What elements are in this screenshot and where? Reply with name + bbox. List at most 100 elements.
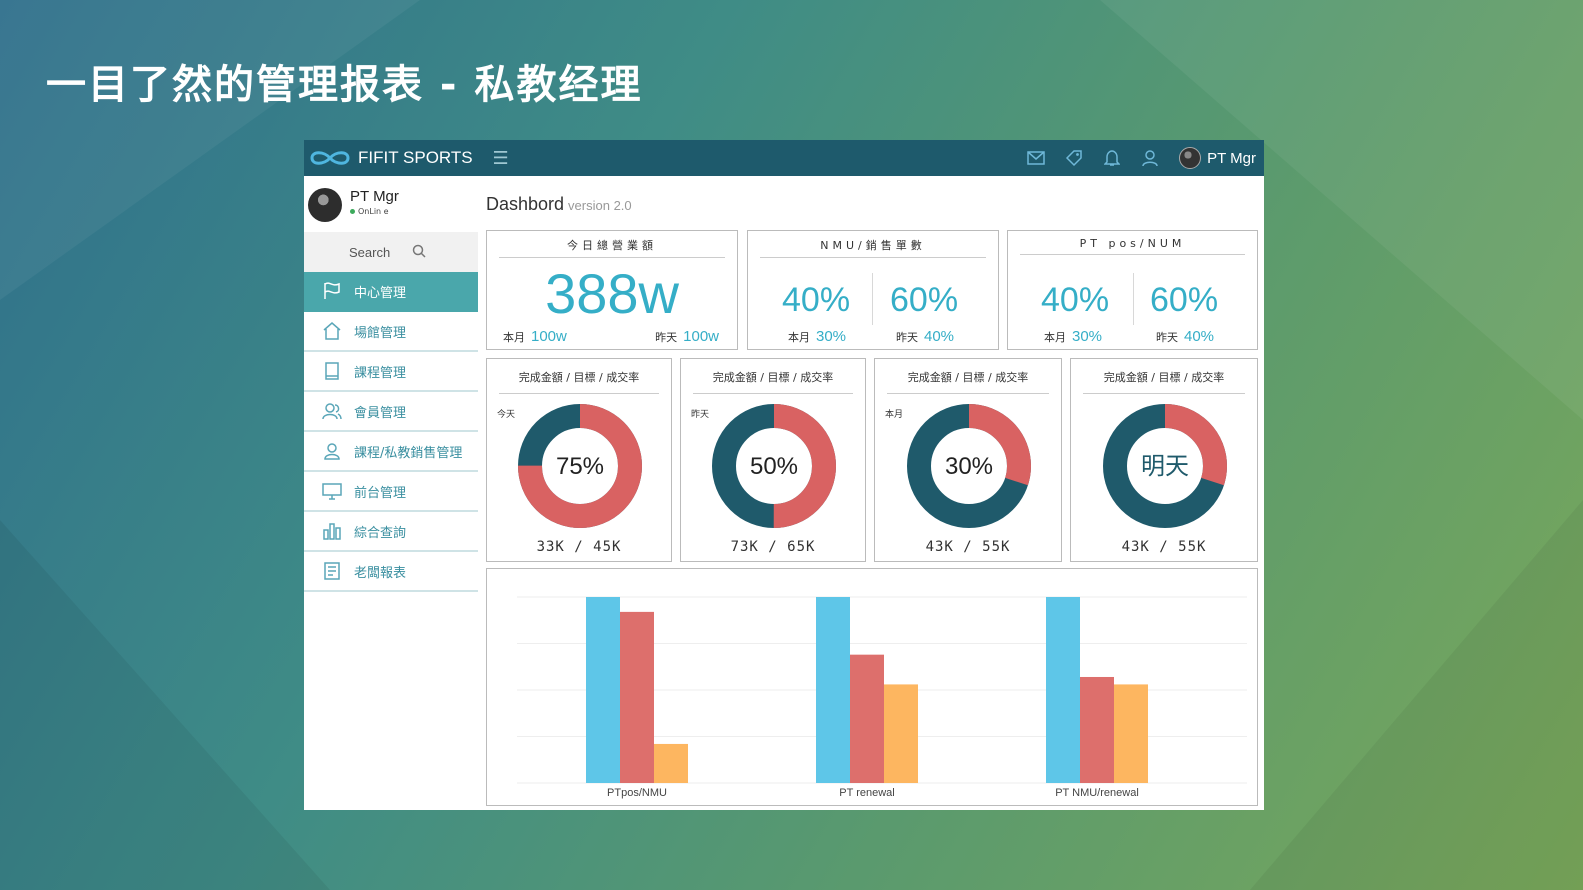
kpi-right-label: 昨天	[1156, 331, 1178, 344]
bar-chart-icon	[322, 521, 342, 541]
donut-title: 完成金額 / 目標 / 成交率	[693, 369, 853, 394]
donut-footer: 43K / 55K	[925, 539, 1011, 555]
search-icon[interactable]	[412, 243, 426, 262]
sidebar-item-2[interactable]: 課程管理	[304, 352, 478, 392]
flag-icon	[322, 281, 342, 301]
main-content: Dashbord version 2.0 今日總營業額 388w 本月 100w 昨…	[486, 176, 1258, 810]
kpi-card-revenue: 今日總營業額 388w 本月 100w 昨天 100w	[486, 230, 738, 350]
donut-footer: 43K / 55K	[1121, 539, 1207, 555]
online-dot-icon	[350, 209, 355, 214]
kpi-right-label: 昨天	[655, 331, 678, 344]
kpi-left-value: 30%	[816, 328, 847, 345]
tag-icon[interactable]	[1065, 149, 1083, 167]
sidebar-item-label: 中心管理	[354, 285, 407, 301]
bar-0-2	[654, 743, 688, 783]
x-tick-label: PTpos/NMU	[607, 787, 667, 799]
kpi-card-pt: PT pos/NUM 40% 60% 本月 30% 昨天 40%	[1007, 230, 1258, 350]
sidebar-item-label: 前台管理	[354, 485, 407, 501]
kpi-value: 388w	[545, 262, 679, 325]
sidebar-item-label: 課程管理	[354, 365, 407, 381]
sidebar-item-1[interactable]: 場館管理	[304, 312, 478, 352]
book-icon	[322, 361, 342, 381]
sidebar-menu: 中心管理場館管理課程管理會員管理課程/私教銷售管理 前台管理綜合查詢老闆報表	[304, 272, 478, 592]
sidebar-item-label: 課程/私教銷售管理	[354, 445, 463, 461]
sidebar: PT Mgr OnLin e Search 中心管理場館管理課程管理會員管理課程…	[304, 176, 478, 810]
kpi-left-label: 本月	[503, 331, 525, 344]
hamburger-menu-icon[interactable]: ☰	[491, 148, 511, 169]
kpi-right-value: 40%	[924, 328, 955, 345]
bar-chart: PTpos/NMU PT renewal PT NMU/renewal	[517, 596, 1247, 799]
bar-2-1	[1080, 676, 1114, 783]
sidebar-item-0[interactable]: 中心管理	[304, 272, 478, 312]
kpi-right-stat: 昨天 100w	[655, 328, 719, 345]
user-profile: PT Mgr OnLin e	[304, 176, 478, 232]
bar-chart-card: PTpos/NMU PT renewal PT NMU/renewal	[486, 568, 1258, 806]
sidebar-item-7[interactable]: 老闆報表	[304, 552, 478, 592]
bar-0-1	[620, 611, 654, 783]
donut-footer: 73K / 65K	[730, 539, 816, 555]
avatar	[308, 188, 342, 222]
users-icon	[322, 401, 342, 421]
kpi-divider	[872, 273, 873, 325]
x-tick-label: PT NMU/renewal	[1055, 787, 1139, 799]
kpi-right-value: 100w	[683, 328, 719, 345]
donut-title: 完成金額 / 目標 / 成交率	[1083, 369, 1245, 394]
mail-icon[interactable]	[1027, 149, 1045, 167]
kpi-value-a: 40%	[782, 281, 851, 319]
bar-0-0	[586, 597, 620, 783]
donut-chart: 明天	[1103, 404, 1227, 528]
brand-name[interactable]: FIFIT SPORTS	[358, 148, 473, 168]
dashboard-title: Dashbord	[486, 194, 565, 214]
donut-card: 完成金額 / 目標 / 成交率 明天 43K / 55K	[1070, 358, 1258, 562]
dashboard-app-screenshot: FIFIT SPORTS ☰ PT Mgr PT Mgr OnLin e Sea…	[304, 140, 1264, 810]
top-user-menu[interactable]: PT Mgr	[1179, 147, 1256, 169]
sidebar-item-label: 綜合查詢	[354, 525, 407, 541]
donut-chart: 30%	[907, 404, 1031, 528]
kpi-value-b: 60%	[1150, 281, 1219, 319]
status-text: OnLin e	[358, 207, 389, 216]
sidebar-item-label: 會員管理	[354, 405, 407, 421]
home-icon	[322, 321, 342, 341]
kpi-left-value: 30%	[1072, 328, 1103, 345]
bar-1-2	[884, 684, 918, 783]
donut-title: 完成金額 / 目標 / 成交率	[499, 369, 659, 394]
kpi-title: 今日總營業額	[499, 237, 725, 258]
bar-1-0	[816, 597, 850, 783]
version-label: version 2.0	[568, 198, 632, 213]
person-icon	[322, 441, 342, 461]
profile-name: PT Mgr	[350, 188, 399, 205]
sidebar-item-3[interactable]: 會員管理	[304, 392, 478, 432]
kpi-divider	[1133, 273, 1134, 325]
donut-title: 完成金額 / 目標 / 成交率	[887, 369, 1049, 394]
donut-chart: 75%	[518, 404, 642, 528]
kpi-title: PT pos/NUM	[1020, 237, 1245, 255]
infinity-logo-icon	[306, 147, 354, 169]
top-navbar: FIFIT SPORTS ☰ PT Mgr	[304, 140, 1264, 176]
sidebar-item-5[interactable]: 前台管理	[304, 472, 478, 512]
kpi-card-nmu: NMU/銷售單數 40% 60% 本月 30% 昨天 40%	[747, 230, 999, 350]
donut-card: 完成金額 / 目標 / 成交率本月 30% 43K / 55K	[874, 358, 1062, 562]
kpi-value-a: 40%	[1041, 281, 1110, 319]
kpi-left-stat: 本月 30%	[1044, 328, 1102, 345]
donut-footer: 33K / 45K	[536, 539, 622, 555]
bar-2-2	[1114, 684, 1148, 783]
donut-center-label: 75%	[556, 453, 604, 480]
x-tick-label: PT renewal	[839, 787, 894, 799]
kpi-right-value: 40%	[1184, 328, 1215, 345]
top-user-name: PT Mgr	[1207, 149, 1256, 167]
sidebar-item-label: 老闆報表	[354, 565, 407, 581]
bell-icon[interactable]	[1103, 149, 1121, 167]
sidebar-item-6[interactable]: 綜合查詢	[304, 512, 478, 552]
user-icon[interactable]	[1141, 149, 1159, 167]
kpi-left-stat: 本月 100w	[503, 328, 567, 345]
sidebar-search[interactable]: Search	[304, 232, 478, 272]
kpi-right-stat: 昨天 40%	[1156, 328, 1214, 345]
donut-period-tag: 本月	[885, 410, 904, 420]
sidebar-item-4[interactable]: 課程/私教銷售管理	[304, 432, 478, 472]
donut-center-label: 明天	[1141, 453, 1189, 480]
donut-card: 完成金額 / 目標 / 成交率 今天 75% 33K / 45K	[486, 358, 672, 562]
kpi-title: NMU/銷售單數	[760, 237, 986, 258]
search-input[interactable]: Search	[349, 245, 390, 260]
avatar	[1179, 147, 1202, 169]
kpi-left-value: 100w	[531, 328, 567, 345]
